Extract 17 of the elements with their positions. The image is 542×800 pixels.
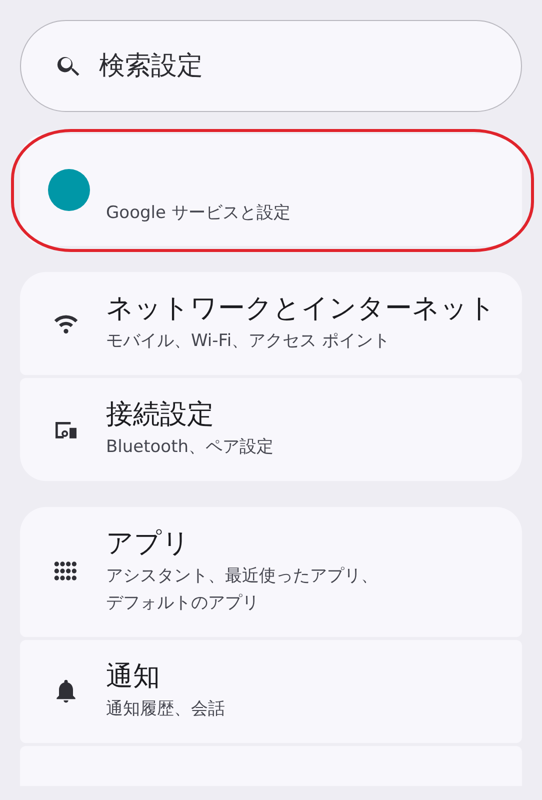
search-bar[interactable]: 検索設定 [20, 20, 522, 112]
item-title: 通知 [106, 660, 161, 694]
avatar [48, 169, 90, 211]
settings-item[interactable]: 接続設定 Bluetooth、ペア設定 [20, 378, 522, 481]
settings-item[interactable]: 通知 通知履歴、会話 [20, 640, 522, 743]
settings-item[interactable]: アプリ アシスタント、最近使ったアプリ、デフォルトのアプリ [20, 507, 522, 637]
item-title: 接続設定 [106, 398, 215, 432]
account-subtitle: Google サービスと設定 [106, 202, 290, 224]
search-input[interactable]: 検索設定 [97, 50, 401, 82]
item-subtitle: モバイル、Wi-Fi、アクセス ポイント [106, 330, 391, 353]
item-title: アプリ [106, 527, 191, 561]
settings-item[interactable]: ネットワークとインターネット モバイル、Wi-Fi、アクセス ポイント [20, 272, 522, 375]
item-subtitle: アシスタント、最近使ったアプリ、デフォルトのアプリ [106, 565, 379, 615]
item-subtitle: 通知履歴、会話 [106, 698, 225, 721]
account-card[interactable]: Google サービスと設定 [20, 134, 522, 246]
item-title: ネットワークとインターネット [106, 292, 496, 326]
item-subtitle: Bluetooth、ペア設定 [106, 436, 274, 459]
